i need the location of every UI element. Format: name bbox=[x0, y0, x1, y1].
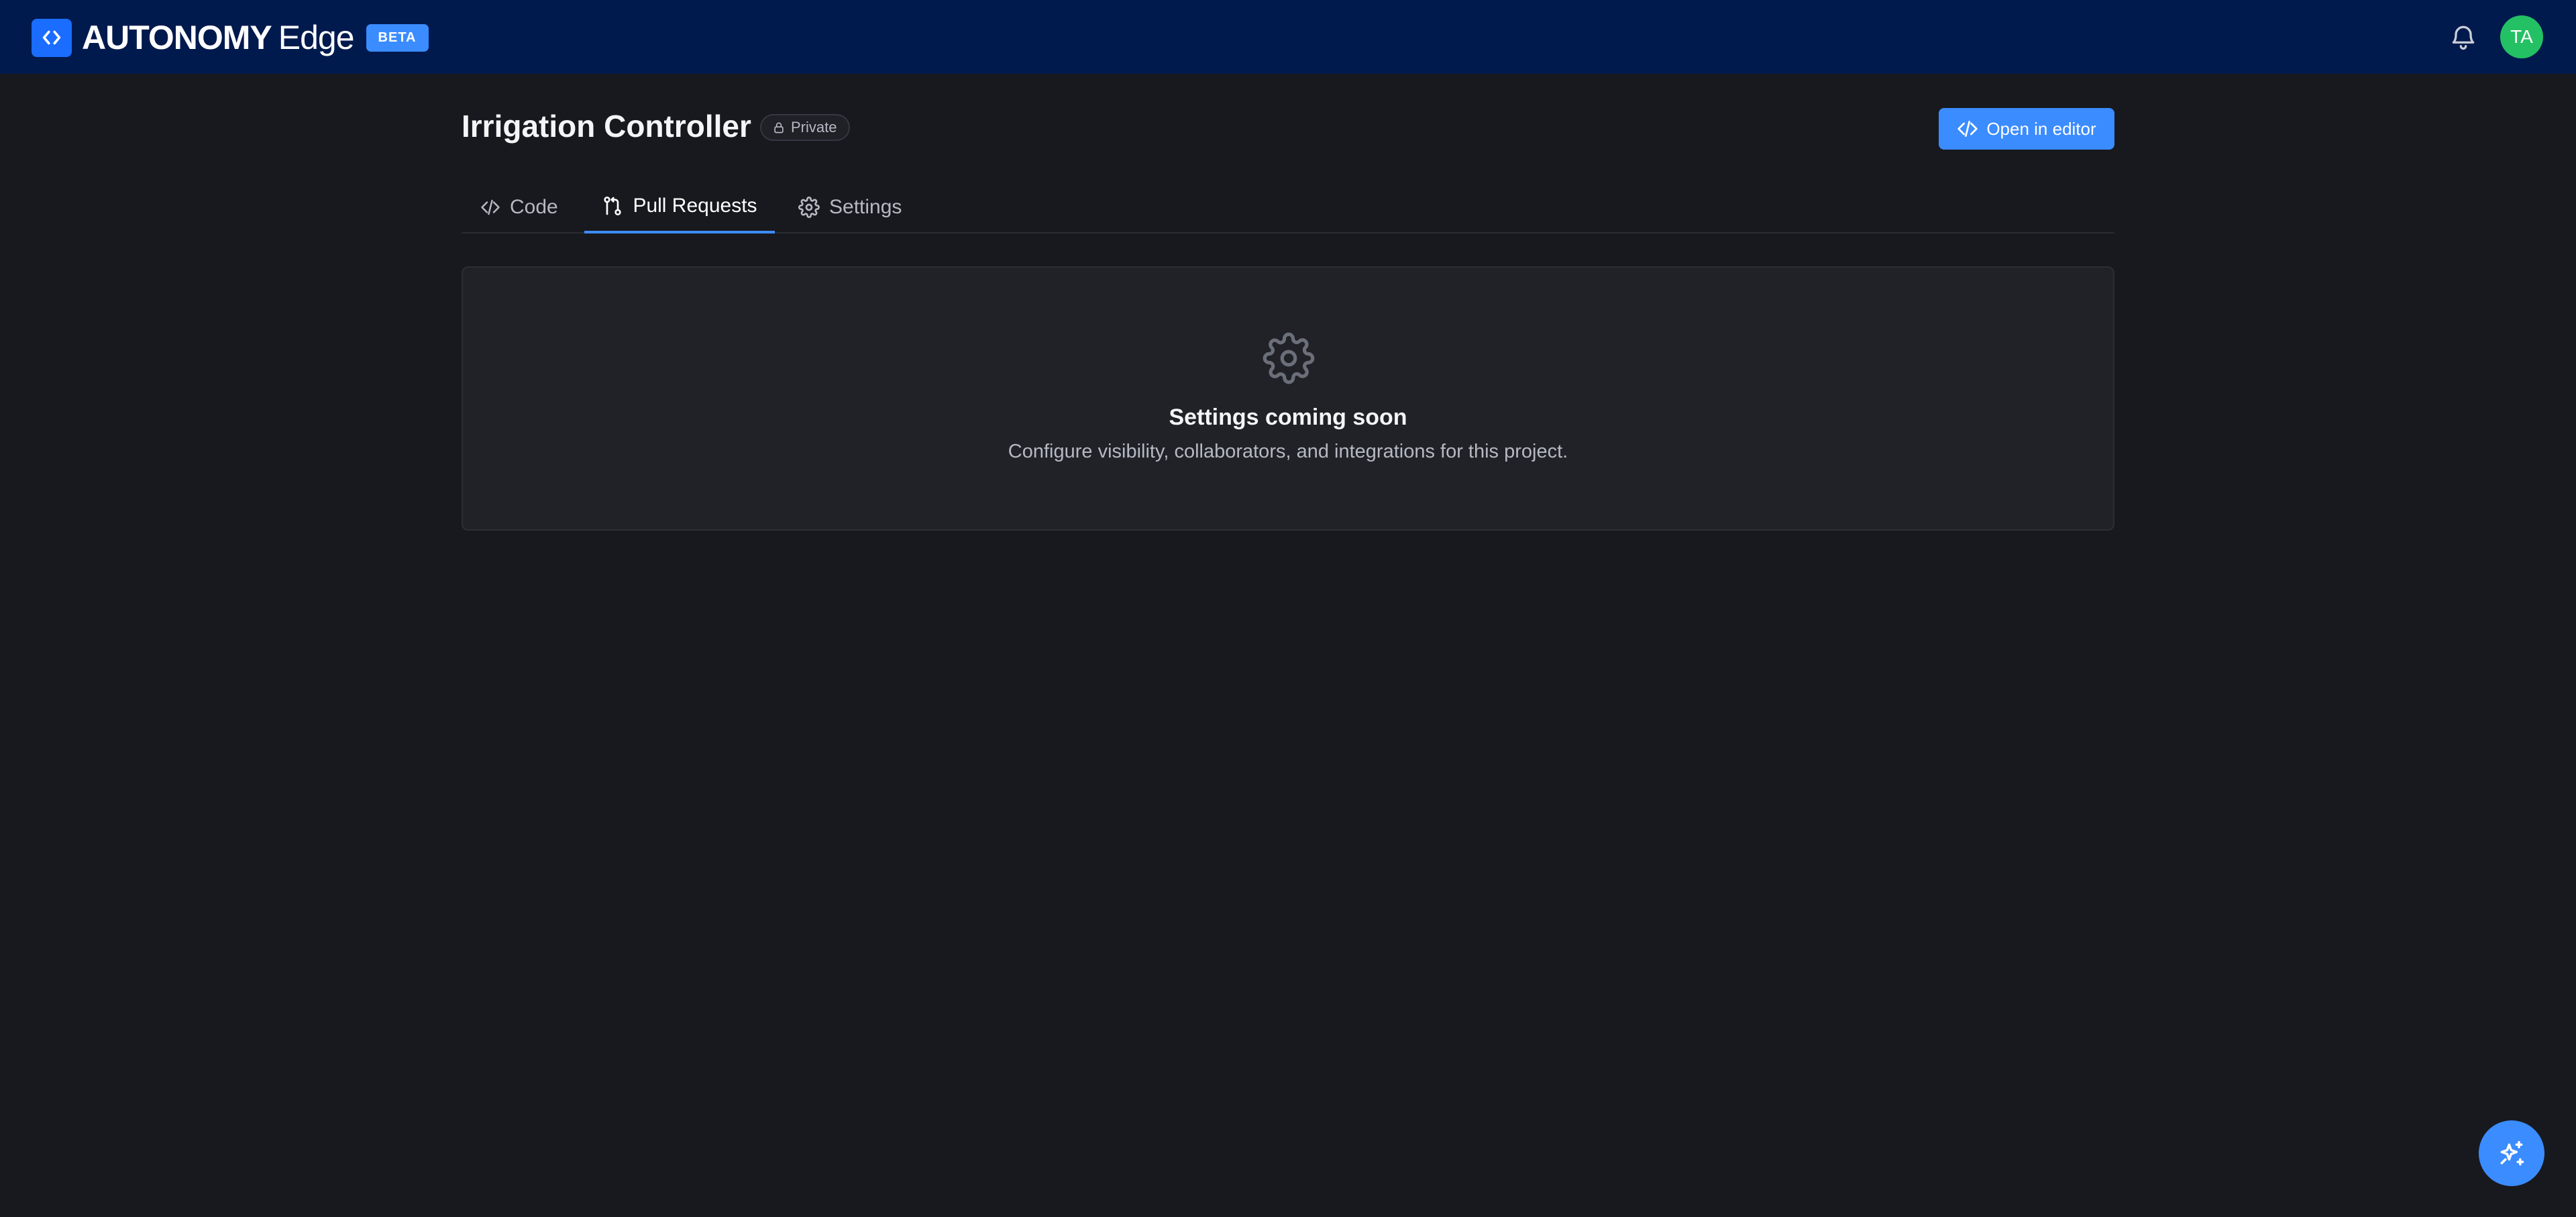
brand-name-primary: AUTONOMY bbox=[82, 19, 272, 56]
tab-label: Settings bbox=[829, 196, 902, 218]
avatar[interactable]: TA bbox=[2500, 15, 2543, 58]
code-icon bbox=[481, 199, 500, 215]
open-in-editor-button[interactable]: Open in editor bbox=[1939, 108, 2114, 150]
tab-label: Code bbox=[510, 196, 558, 218]
lock-icon bbox=[774, 122, 784, 134]
brand[interactable]: AUTONOMY Edge BETA bbox=[32, 18, 429, 57]
gear-icon bbox=[1263, 332, 1315, 384]
open-in-editor-label: Open in editor bbox=[1986, 118, 2096, 139]
brand-name: AUTONOMY Edge bbox=[82, 18, 355, 57]
settings-placeholder-panel: Settings coming soon Configure visibilit… bbox=[462, 266, 2114, 531]
beta-badge: BETA bbox=[366, 23, 429, 52]
tab-settings[interactable]: Settings bbox=[798, 181, 902, 233]
ai-assistant-button[interactable] bbox=[2479, 1120, 2544, 1186]
visibility-label: Private bbox=[791, 119, 837, 136]
panel-title: Settings coming soon bbox=[1169, 405, 1407, 430]
panel-description: Configure visibility, collaborators, and… bbox=[1008, 441, 1568, 462]
gear-icon bbox=[798, 197, 820, 218]
page-title: Irrigation Controller bbox=[462, 109, 751, 144]
top-navbar: AUTONOMY Edge BETA TA bbox=[0, 0, 2576, 74]
code-icon bbox=[32, 18, 72, 57]
code-icon bbox=[1957, 121, 1978, 137]
project-tabs: Code Pull Requests Settings bbox=[462, 181, 2114, 233]
visibility-badge: Private bbox=[760, 114, 851, 141]
bell-icon[interactable] bbox=[2449, 22, 2478, 52]
git-pull-request-icon bbox=[604, 197, 622, 215]
tab-code[interactable]: Code bbox=[480, 181, 558, 233]
brand-name-sub: Edge bbox=[278, 19, 355, 56]
tab-pull-requests[interactable]: Pull Requests bbox=[584, 181, 775, 233]
sparkles-icon bbox=[2500, 1141, 2524, 1166]
tab-label: Pull Requests bbox=[633, 195, 757, 217]
